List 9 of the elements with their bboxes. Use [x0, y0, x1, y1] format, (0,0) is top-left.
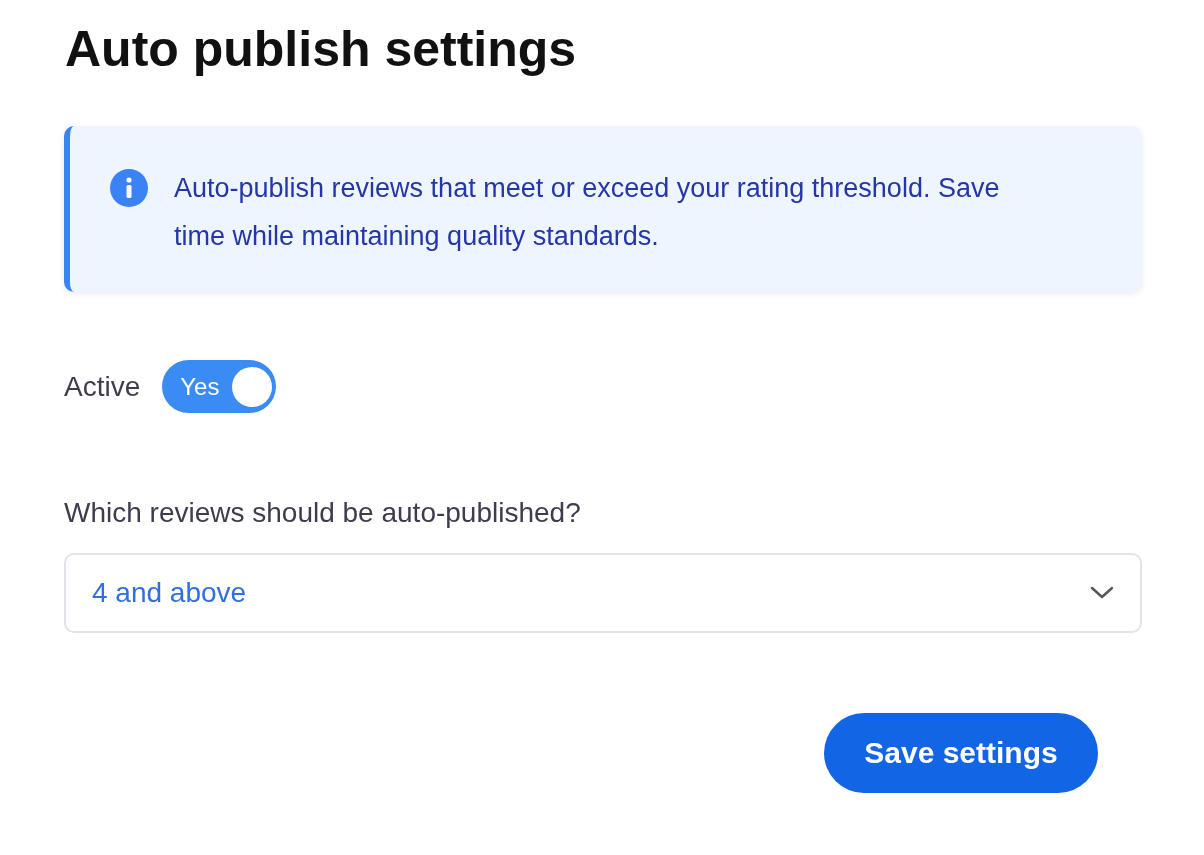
info-text: Auto-publish reviews that meet or exceed your rating threshold. Save time while maintaining quality standards.: [174, 172, 1001, 253]
save-button[interactable]: Save settings: [824, 713, 1098, 793]
page-title: Auto publish settings: [65, 20, 578, 79]
rating-select[interactable]: 4 and above: [64, 553, 1142, 633]
info-icon: [110, 169, 148, 207]
active-toggle[interactable]: Yes: [162, 360, 277, 413]
chevron-down-icon: [1090, 586, 1114, 600]
question-label: Which reviews should be auto-published?: [64, 497, 582, 529]
active-label: Active: [64, 370, 141, 403]
